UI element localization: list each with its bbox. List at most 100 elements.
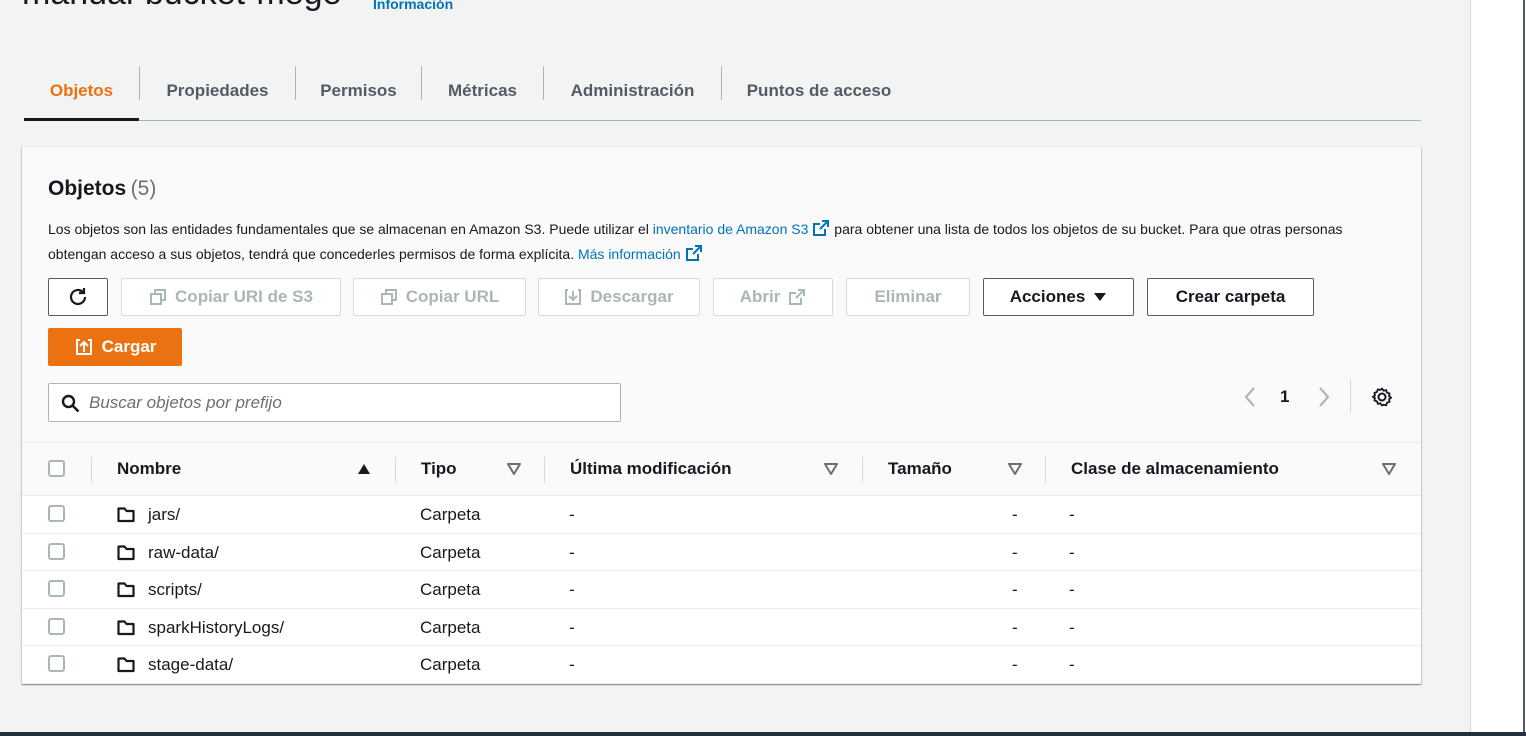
delete-label: Eliminar [874,287,942,306]
download-button[interactable]: Descargar [538,278,700,316]
upload-icon [75,339,92,355]
bottom-bar [0,732,1526,736]
select-all-checkbox[interactable] [48,460,65,477]
sort-icon[interactable] [824,463,838,475]
table-row[interactable]: jars/Carpeta - - - [22,496,1421,534]
upload-button[interactable]: Cargar [48,328,182,366]
table-row[interactable]: scripts/Carpeta - - - [22,571,1421,609]
panel-title: Objetos [48,177,127,200]
column-header-storage-class[interactable]: Clase de almacenamiento [1071,459,1279,479]
object-type: Carpeta [420,655,481,674]
external-link-icon [813,220,830,236]
copy-url-button[interactable]: Copiar URL [353,278,526,316]
object-type: Carpeta [420,580,481,599]
refresh-button[interactable] [48,278,108,316]
actions-dropdown[interactable]: Acciones [983,278,1134,316]
inventory-link-label: inventario de Amazon S3 [652,221,809,237]
search-box [48,383,621,422]
row-checkbox[interactable] [48,580,65,597]
search-input[interactable] [89,390,609,416]
object-type: Carpeta [420,542,481,562]
object-storage-class: - [1069,655,1075,674]
external-link-icon [685,245,702,261]
delete-button[interactable]: Eliminar [846,278,970,316]
object-storage-class: - [1069,505,1075,524]
object-last-modified: - [569,617,575,637]
column-divider [544,457,545,483]
create-folder-button[interactable]: Crear carpeta [1147,278,1314,316]
sort-icon[interactable] [507,463,521,475]
column-header-last-modified[interactable]: Última modificación [570,459,732,479]
row-checkbox[interactable] [48,505,65,522]
objects-panel: Objetos (5) Los objetos son las entidade… [22,146,1421,684]
more-info-label: Más información [577,246,681,262]
object-last-modified: - [569,655,575,674]
sort-ascending-icon[interactable] [357,463,371,475]
row-checkbox[interactable] [48,655,65,672]
column-divider [91,457,92,483]
right-scroll-rail [1470,0,1526,736]
object-size: - [1012,617,1018,637]
refresh-icon [69,288,87,306]
next-page-icon[interactable] [1317,386,1331,408]
object-last-modified: - [569,505,575,524]
pager-divider [1350,379,1351,413]
column-divider [862,457,863,483]
info-link[interactable]: Información [373,0,453,12]
tab-permisos[interactable]: Permisos [296,62,421,120]
table-header: Nombre Tipo Última modificación Tamaño C… [22,442,1421,496]
sort-icon[interactable] [1382,463,1396,475]
upload-label: Cargar [101,337,157,356]
object-name-link[interactable]: raw-data/ [148,543,219,563]
open-button[interactable]: Abrir [713,278,833,316]
tab-objetos[interactable]: Objetos [24,62,139,121]
tab-metricas[interactable]: Métricas [422,62,543,120]
folder-icon [117,582,135,598]
object-name-link[interactable]: stage-data/ [148,655,233,675]
object-size: - [1012,655,1018,674]
description-text: Los objetos son las entidades fundamenta… [48,221,653,237]
settings-gear-icon[interactable] [1371,386,1393,408]
open-label: Abrir [739,287,781,306]
column-divider [1045,457,1046,483]
row-checkbox[interactable] [48,542,65,560]
table-row[interactable]: sparkHistoryLogs/Carpeta - - - [22,608,1421,646]
table-row[interactable]: raw-data/Carpeta - - - [22,533,1421,571]
prev-page-icon[interactable] [1243,386,1257,408]
object-name-link[interactable]: sparkHistoryLogs/ [148,618,284,638]
tab-propiedades[interactable]: Propiedades [140,62,295,120]
sort-icon[interactable] [1008,463,1022,475]
tab-bar: Objetos Propiedades Permisos Métricas Ad… [24,62,1421,121]
row-checkbox[interactable] [48,617,65,635]
object-storage-class: - [1069,617,1075,637]
external-link-icon [789,289,806,305]
table-row[interactable]: stage-data/Carpeta - - - [22,646,1421,684]
more-info-link[interactable]: Más información [577,245,703,262]
object-name-link[interactable]: jars/ [148,505,180,525]
inventory-link[interactable]: inventario de Amazon S3 [652,220,831,237]
column-header-type[interactable]: Tipo [421,459,457,479]
column-header-size[interactable]: Tamaño [888,459,952,479]
panel-description: Los objetos son las entidades fundamenta… [48,217,1368,267]
object-storage-class: - [1069,542,1075,562]
object-name-link[interactable]: scripts/ [148,580,202,600]
tab-puntos-de-acceso[interactable]: Puntos de acceso [722,62,916,120]
object-storage-class: - [1069,580,1075,599]
page: manual-bucket-mege Información Objetos P… [0,0,1470,736]
column-header-name[interactable]: Nombre [117,459,181,479]
bucket-title: manual-bucket-mege [22,0,341,13]
download-icon [565,289,582,305]
copy-s3-uri-button[interactable]: Copiar URI de S3 [121,278,341,316]
object-size: - [1012,542,1018,562]
current-page-number[interactable]: 1 [1280,387,1289,407]
column-divider [395,457,396,483]
copy-icon [150,289,167,305]
actions-label: Acciones [1009,287,1086,306]
scrollbar-track[interactable] [1523,0,1525,736]
objects-table: Nombre Tipo Última modificación Tamaño C… [22,442,1421,684]
folder-icon [117,657,135,673]
search-icon [61,394,80,413]
tab-administracion[interactable]: Administración [544,62,721,120]
table-body: jars/Carpeta - - - raw-data/Carpeta - - - script… [22,496,1421,684]
panel-header: Objetos (5) [48,177,156,201]
